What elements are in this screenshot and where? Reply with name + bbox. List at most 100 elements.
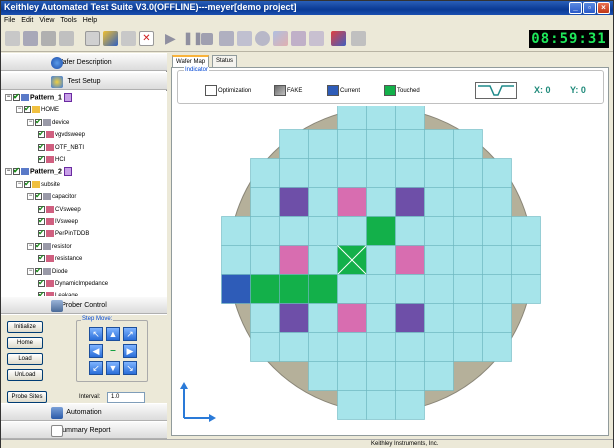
tree-item[interactable]: − capacitor	[27, 191, 76, 202]
tree-item[interactable]: − resistor	[27, 241, 72, 252]
checkbox[interactable]	[38, 154, 45, 164]
tree-item[interactable]: CVsweep	[38, 204, 81, 215]
prober-control-header[interactable]: Prober Control	[1, 296, 167, 314]
die-cell[interactable]	[482, 216, 512, 246]
unload-button[interactable]: UnLoad	[7, 369, 43, 381]
die-cell[interactable]	[366, 158, 396, 188]
die-cell[interactable]	[337, 216, 367, 246]
die-cell[interactable]	[453, 245, 483, 275]
die-cell[interactable]	[366, 361, 396, 391]
die-cell[interactable]	[453, 187, 483, 217]
die-cell[interactable]	[424, 216, 454, 246]
checkbox[interactable]	[38, 129, 45, 139]
tree-item[interactable]: − Pattern_1	[5, 92, 72, 103]
checkbox[interactable]	[35, 266, 42, 276]
test-setup-header[interactable]: Test Setup	[1, 72, 167, 90]
die-cell[interactable]	[308, 245, 338, 275]
die-cell[interactable]	[453, 129, 483, 159]
die-cell[interactable]	[395, 332, 425, 362]
die-cell[interactable]	[395, 245, 425, 275]
run-icon[interactable]: ▶	[165, 31, 180, 46]
die-cell[interactable]	[395, 361, 425, 391]
checkbox[interactable]	[38, 228, 45, 238]
die-cell[interactable]	[279, 274, 309, 304]
wafer-map[interactable]	[172, 106, 608, 436]
die-cell[interactable]	[424, 332, 454, 362]
die-cell[interactable]	[221, 245, 251, 275]
expand-icon[interactable]: −	[5, 94, 12, 101]
die-cell[interactable]	[395, 158, 425, 188]
tree-item[interactable]: − subsite	[16, 179, 60, 190]
die-cell[interactable]	[308, 158, 338, 188]
die-cell[interactable]	[482, 274, 512, 304]
document-icon[interactable]	[85, 31, 100, 46]
die-cell[interactable]	[250, 332, 280, 362]
minimize-button[interactable]: _	[569, 2, 582, 14]
probe-icon[interactable]	[255, 31, 270, 46]
die-cell[interactable]	[366, 303, 396, 333]
edit-icon[interactable]	[291, 31, 306, 46]
expand-icon[interactable]: −	[27, 193, 34, 201]
die-cell[interactable]	[511, 245, 541, 275]
die-cell[interactable]	[279, 332, 309, 362]
close-button[interactable]: ×	[597, 2, 610, 14]
move-up-button[interactable]: ▲	[106, 327, 120, 341]
die-cell[interactable]	[250, 187, 280, 217]
checkbox[interactable]	[38, 278, 45, 288]
grid-icon[interactable]	[237, 31, 252, 46]
checkbox[interactable]	[35, 241, 42, 251]
open-icon[interactable]	[23, 31, 38, 46]
die-cell[interactable]	[366, 129, 396, 159]
save-icon[interactable]	[41, 31, 56, 46]
home-button[interactable]: Home	[7, 337, 43, 349]
menu-view[interactable]: View	[36, 15, 57, 26]
print-icon[interactable]	[59, 31, 74, 46]
probe-sites-button[interactable]: Probe Sites	[7, 391, 47, 403]
die-cell[interactable]	[279, 187, 309, 217]
report-icon[interactable]	[331, 31, 346, 46]
menu-edit[interactable]: Edit	[18, 15, 36, 26]
tree-item[interactable]: HCI	[38, 154, 65, 165]
die-cell[interactable]	[395, 303, 425, 333]
die-cell[interactable]	[308, 361, 338, 391]
die-cell[interactable]	[250, 274, 280, 304]
wafer-description-header[interactable]: Wafer Description	[1, 53, 167, 71]
checkbox[interactable]	[35, 191, 42, 201]
new-icon[interactable]	[5, 31, 20, 46]
die-cell[interactable]	[395, 390, 425, 420]
menu-tools[interactable]: Tools	[57, 15, 79, 26]
die-cell[interactable]	[308, 216, 338, 246]
checkbox[interactable]	[38, 142, 45, 152]
move-up-right-button[interactable]: ↗	[123, 327, 137, 341]
checkbox[interactable]	[38, 253, 45, 263]
die-cell[interactable]	[250, 245, 280, 275]
tree-item[interactable]: − HOME	[16, 104, 59, 115]
automation-header[interactable]: Automation	[1, 403, 167, 421]
die-cell[interactable]	[366, 187, 396, 217]
checkbox[interactable]	[24, 179, 31, 189]
expand-icon[interactable]: −	[27, 118, 34, 126]
notch-orientation-icon[interactable]	[475, 82, 517, 99]
die-cell[interactable]	[279, 245, 309, 275]
die-cell[interactable]	[453, 332, 483, 362]
expand-icon[interactable]: −	[16, 106, 23, 114]
checkbox[interactable]	[38, 204, 45, 214]
die-cell[interactable]	[308, 129, 338, 159]
interval-input[interactable]: 1.0	[107, 392, 145, 403]
die-cell[interactable]	[366, 274, 396, 304]
move-left-button[interactable]: ◀	[89, 344, 103, 358]
tree-item[interactable]: IVsweep	[38, 216, 78, 227]
move-up-left-button[interactable]: ↖	[89, 327, 103, 341]
die-cell[interactable]	[482, 332, 512, 362]
checkbox[interactable]	[13, 166, 20, 176]
die-cell[interactable]	[337, 390, 367, 420]
die-cell[interactable]	[511, 274, 541, 304]
die-cell[interactable]	[250, 216, 280, 246]
die-cell[interactable]	[366, 332, 396, 362]
pause-icon[interactable]: ❚❚	[183, 31, 203, 46]
die-cell[interactable]	[395, 129, 425, 159]
die-cell[interactable]	[395, 187, 425, 217]
die-cell[interactable]	[395, 216, 425, 246]
summary-report-header[interactable]: Summary Report	[1, 421, 167, 439]
die-cell[interactable]	[221, 274, 251, 304]
